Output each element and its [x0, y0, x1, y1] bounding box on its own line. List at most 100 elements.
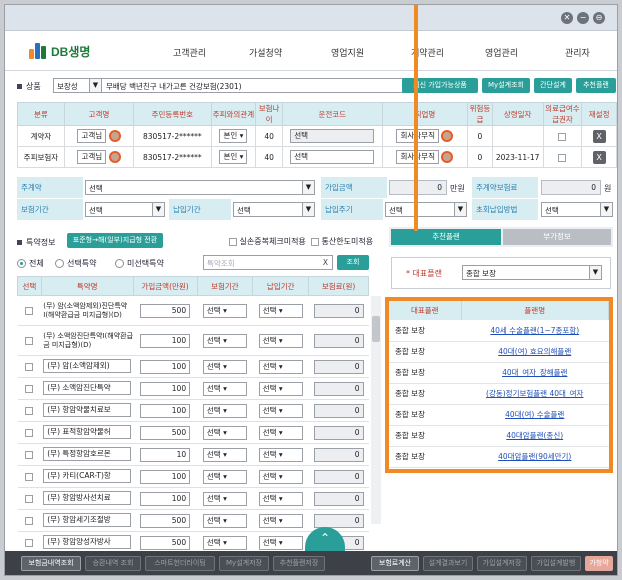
rider-pay-select[interactable]: 선택 ▾: [258, 491, 303, 506]
check1-checkbox[interactable]: [229, 237, 237, 246]
rider-amount-input[interactable]: 100: [140, 491, 191, 506]
rider-period-select[interactable]: 선택 ▾: [202, 447, 247, 462]
bottom-design-save-button[interactable]: 가입설계저장: [477, 556, 527, 571]
list-item[interactable]: 종합 보장 40대_여자_장해플랜: [389, 362, 609, 384]
menu-customer[interactable]: 고객관리: [173, 46, 206, 59]
check1-wrap[interactable]: 실손중복체크미적용: [229, 236, 306, 247]
rider-amount-input[interactable]: 500: [140, 425, 191, 440]
main-contract-select[interactable]: 선택 ▼: [85, 180, 315, 195]
rider-amount-input[interactable]: 500: [140, 535, 191, 550]
filter-all[interactable]: 전체: [17, 258, 44, 269]
job-search-icon[interactable]: [441, 151, 454, 163]
radio-all[interactable]: [17, 259, 26, 268]
rider-name-select[interactable]: (무) 항암세기조절방: [43, 512, 132, 527]
plan-name-link[interactable]: 40대암플랜(종신): [461, 425, 609, 447]
rider-checkbox[interactable]: [25, 363, 34, 371]
check2-checkbox[interactable]: [311, 237, 319, 246]
premium-input[interactable]: 0: [541, 180, 601, 195]
menu-design[interactable]: 가설청약: [249, 46, 282, 59]
list-item[interactable]: 종합 보장 40세 수술플랜(1~7종포함): [389, 320, 609, 342]
rider-amount-input[interactable]: 500: [140, 303, 191, 318]
rider-checkbox[interactable]: [25, 385, 34, 393]
bottom-calc-button[interactable]: 보험료계산: [371, 556, 419, 571]
rider-checkbox[interactable]: [25, 517, 34, 525]
rider-pay-select[interactable]: 선택 ▾: [258, 535, 303, 550]
plan-name-link[interactable]: 40대(여) 수술플랜: [461, 404, 609, 426]
rider-period-select[interactable]: 선택 ▾: [202, 303, 247, 318]
rider-checkbox[interactable]: [25, 539, 34, 547]
rider-checkbox[interactable]: [25, 407, 34, 415]
drive-select[interactable]: 선택: [290, 129, 375, 143]
rider-search-button[interactable]: 조회: [337, 255, 369, 270]
rider-checkbox[interactable]: [25, 429, 34, 437]
list-item[interactable]: 종합 보장 40대암플랜(90세만기): [389, 446, 609, 468]
rider-checkbox[interactable]: [25, 307, 34, 315]
pay-cycle-select[interactable]: 선택 ▼: [385, 202, 467, 217]
minimize-icon[interactable]: −: [577, 12, 589, 24]
menu-admin[interactable]: 관리자: [565, 46, 590, 59]
rider-amount-input[interactable]: 10: [140, 447, 191, 462]
close-icon[interactable]: ✕: [561, 12, 573, 24]
rider-search-input[interactable]: 특약조회 X: [203, 255, 333, 270]
plan-name-link[interactable]: 40대(여) 효요의해플랜: [461, 341, 609, 363]
rider-amount-input[interactable]: 100: [140, 359, 191, 374]
rider-pay-select[interactable]: 선택 ▾: [258, 403, 303, 418]
plan-name-link[interactable]: 40대암플랜(90세만기): [461, 446, 609, 468]
gear-icon[interactable]: ⊖: [593, 12, 605, 24]
rider-pay-select[interactable]: 선택 ▾: [258, 469, 303, 484]
rider-pay-select[interactable]: 선택 ▾: [258, 359, 303, 374]
recommend-plan-button[interactable]: 추천플랜: [576, 78, 616, 93]
amount-input[interactable]: 0: [389, 180, 447, 195]
rider-name-select[interactable]: (무) 소액암진단특약: [43, 380, 132, 395]
rider-period-select[interactable]: 선택 ▾: [202, 513, 247, 528]
bottom-issue-button[interactable]: 가입설계발행: [531, 556, 581, 571]
rider-amount-input[interactable]: 100: [140, 381, 191, 396]
bottom-my-save-button[interactable]: My설계저장: [219, 556, 269, 571]
rider-scrollbar[interactable]: [371, 296, 381, 524]
rider-pay-select[interactable]: 선택 ▾: [258, 513, 303, 528]
filter-unselected[interactable]: 미선택특약: [115, 258, 164, 269]
reset-button[interactable]: X: [592, 129, 606, 143]
drive-select[interactable]: 선택: [290, 150, 375, 164]
menu-support[interactable]: 영업지원: [331, 46, 364, 59]
rider-period-select[interactable]: 선택 ▾: [202, 425, 247, 440]
rider-checkbox[interactable]: [25, 337, 34, 345]
job-search-icon[interactable]: [441, 130, 454, 142]
plan-name-link[interactable]: 40세 수술플랜(1~7종포함): [461, 320, 609, 342]
tab-extra[interactable]: 부가정보: [503, 229, 611, 245]
bottom-switch-button[interactable]: 승환내역 조회: [85, 556, 141, 571]
medical-checkbox[interactable]: [558, 132, 567, 141]
rider-pay-select[interactable]: 선택 ▾: [258, 425, 303, 440]
customer-search-icon[interactable]: [108, 130, 121, 142]
simple-design-button[interactable]: 간단설계: [534, 78, 572, 93]
product-name-select[interactable]: ▼ 무배당 백년친구 내가고른 건강보험(2301): [89, 78, 405, 93]
tab-recommend[interactable]: 추천플랜: [391, 229, 501, 245]
bottom-claims-button[interactable]: 보험금내역조회: [21, 556, 81, 571]
bottom-pre-sub-button[interactable]: 가청약: [585, 556, 613, 571]
rider-pay-select[interactable]: 선택 ▾: [258, 303, 303, 318]
rider-period-select[interactable]: 선택 ▾: [202, 359, 247, 374]
list-item[interactable]: 종합 보장 (강동)정기보험플랜 40대_여자: [389, 383, 609, 405]
list-item[interactable]: 종합 보장 40대암플랜(종신): [389, 425, 609, 447]
pay-period-select[interactable]: 선택 ▼: [233, 202, 315, 217]
customer-name-input[interactable]: 고객님: [77, 150, 107, 164]
rider-checkbox[interactable]: [25, 473, 34, 481]
rider-name-select[interactable]: (무) 항암양성자방사: [43, 534, 132, 549]
rider-amount-input[interactable]: 100: [140, 333, 191, 348]
medical-checkbox[interactable]: [558, 153, 567, 162]
list-item[interactable]: 종합 보장 40대(여) 효요의해플랜: [389, 341, 609, 363]
first-pay-select[interactable]: 선택 ▼: [541, 202, 613, 217]
rider-name-select[interactable]: (무) 항암약물치료보: [43, 402, 132, 417]
rider-name-select[interactable]: (무) 카티(CAR-T)항: [43, 468, 132, 483]
bottom-plan-save-button[interactable]: 추천플랜저장: [273, 556, 325, 571]
menu-sales[interactable]: 영업관리: [485, 46, 518, 59]
rider-name-select[interactable]: (무) 표적항암약물허: [43, 424, 132, 439]
rider-amount-input[interactable]: 100: [140, 403, 191, 418]
rider-period-select[interactable]: 선택 ▾: [202, 403, 247, 418]
bottom-smart-button[interactable]: 스마트헌더라이팅: [145, 556, 215, 571]
brand-logo[interactable]: DB생명: [29, 41, 90, 61]
rep-plan-select[interactable]: 종합 보장 ▼: [462, 265, 602, 280]
rider-period-select[interactable]: 선택 ▾: [202, 491, 247, 506]
rider-name-select[interactable]: (무) 특정항암호르몬: [43, 446, 132, 461]
radio-selected[interactable]: [55, 259, 64, 268]
